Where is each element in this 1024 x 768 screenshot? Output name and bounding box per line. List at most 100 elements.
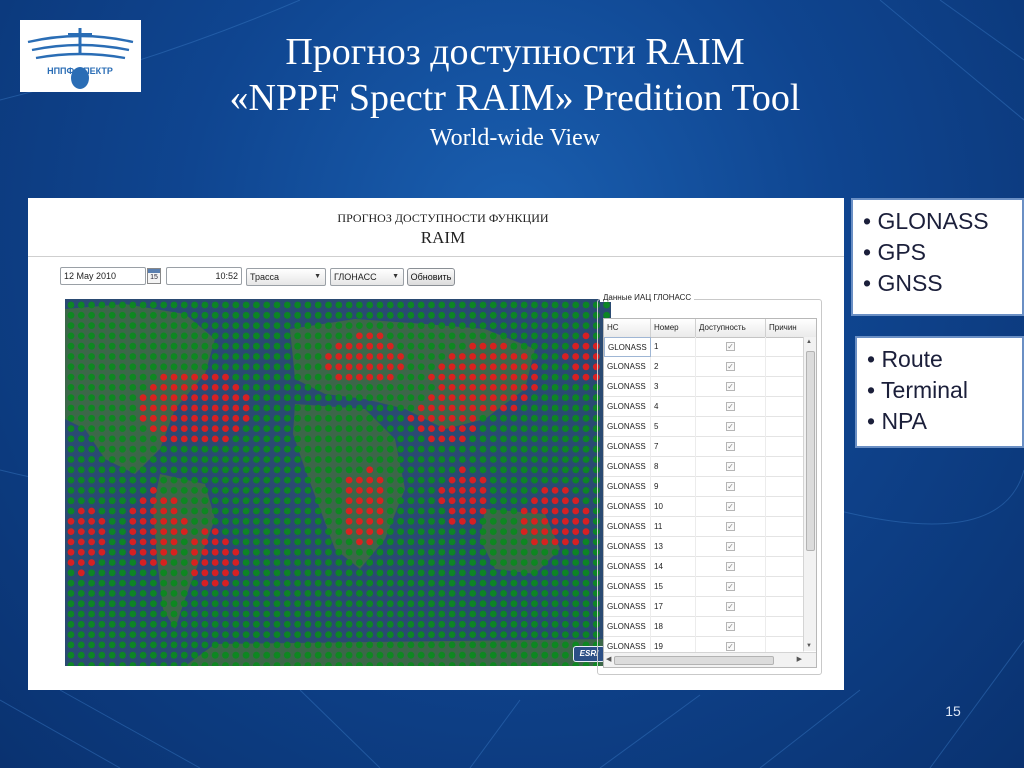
availability-dot — [232, 476, 240, 484]
table-row[interactable]: GLONASS 1 ✓ — [604, 337, 804, 357]
availability-dot — [253, 610, 260, 618]
availability-checkbox[interactable]: ✓ — [726, 582, 735, 591]
availability-checkbox[interactable]: ✓ — [726, 642, 735, 651]
availability-dot — [253, 538, 260, 546]
availability-dot — [67, 435, 75, 443]
availability-dot — [510, 548, 518, 556]
vertical-scrollbar[interactable]: ▲ ▼ — [803, 337, 816, 651]
table-row[interactable]: GLONASS 13 ✓ — [604, 537, 804, 557]
column-header-availability[interactable]: Доступность — [696, 319, 766, 337]
cell-number: 18 — [651, 617, 696, 637]
availability-dot — [191, 651, 198, 659]
table-row[interactable]: GLONASS 2 ✓ — [604, 357, 804, 377]
availability-dot — [150, 476, 157, 484]
availability-dot — [541, 456, 549, 463]
table-row[interactable]: GLONASS 18 ✓ — [604, 617, 804, 637]
column-header-reason[interactable]: Причин — [766, 319, 816, 337]
phase-select[interactable]: Трасса ▼ — [246, 268, 326, 286]
scroll-thumb-horizontal[interactable] — [614, 656, 774, 665]
scroll-left-icon[interactable]: ◀ — [606, 655, 611, 663]
system-select[interactable]: ГЛОНАСС ▼ — [330, 268, 404, 286]
table-row[interactable]: GLONASS 17 ✓ — [604, 597, 804, 617]
availability-dot — [294, 322, 301, 329]
availability-checkbox[interactable]: ✓ — [726, 622, 735, 631]
availability-dot — [119, 476, 126, 484]
availability-checkbox[interactable]: ✓ — [726, 362, 735, 371]
availability-dot — [417, 631, 425, 638]
availability-checkbox[interactable]: ✓ — [726, 542, 735, 551]
availability-checkbox[interactable]: ✓ — [726, 522, 735, 531]
availability-dot — [304, 548, 312, 556]
availability-dot — [500, 641, 507, 649]
scroll-thumb[interactable] — [806, 351, 815, 551]
table-row[interactable]: GLONASS 7 ✓ — [604, 437, 804, 457]
availability-dot — [541, 548, 549, 556]
calendar-icon[interactable]: 15 — [147, 268, 161, 284]
table-row[interactable]: GLONASS 4 ✓ — [604, 397, 804, 417]
availability-dot — [88, 600, 95, 608]
scroll-down-icon[interactable]: ▼ — [806, 643, 812, 649]
table-row[interactable]: GLONASS 5 ✓ — [604, 417, 804, 437]
date-input[interactable]: 12 May 2010 — [60, 267, 146, 285]
table-row[interactable]: GLONASS 9 ✓ — [604, 477, 804, 497]
availability-dot — [98, 579, 106, 587]
availability-dot — [459, 569, 466, 577]
cell-reason — [766, 617, 804, 637]
availability-dot — [222, 651, 229, 659]
availability-checkbox[interactable]: ✓ — [726, 402, 735, 411]
availability-dot — [67, 610, 75, 618]
table-row[interactable]: GLONASS 3 ✓ — [604, 377, 804, 397]
table-row[interactable]: GLONASS 8 ✓ — [604, 457, 804, 477]
horizontal-scrollbar[interactable]: ◀ ▶ — [604, 652, 816, 667]
availability-dot — [428, 507, 435, 515]
raim-availability-map[interactable]: ESRI — [65, 299, 611, 666]
availability-checkbox[interactable]: ✓ — [726, 462, 735, 471]
availability-checkbox[interactable]: ✓ — [726, 502, 735, 511]
availability-dot — [242, 651, 250, 659]
scroll-right-icon[interactable]: ▶ — [797, 655, 802, 663]
availability-dot — [582, 507, 590, 515]
availability-checkbox[interactable]: ✓ — [726, 602, 735, 611]
availability-dot — [448, 384, 456, 391]
column-header-ns[interactable]: НС — [604, 319, 651, 337]
availability-checkbox[interactable]: ✓ — [726, 342, 735, 351]
satellite-table[interactable]: НС Номер Доступность Причин GLONASS 1 ✓ GLO… — [603, 318, 817, 668]
availability-dot — [448, 445, 456, 453]
availability-dot — [129, 332, 137, 340]
update-button[interactable]: Обновить — [407, 268, 455, 286]
availability-dot — [520, 363, 528, 371]
availability-dot — [314, 528, 322, 535]
availability-dot — [448, 538, 456, 546]
availability-dot — [180, 373, 188, 381]
table-row[interactable]: GLONASS 15 ✓ — [604, 577, 804, 597]
availability-dot — [562, 466, 569, 474]
availability-dot — [335, 363, 343, 371]
availability-checkbox[interactable]: ✓ — [726, 562, 735, 571]
scroll-up-icon[interactable]: ▲ — [806, 339, 812, 345]
availability-checkbox[interactable]: ✓ — [726, 442, 735, 451]
table-row[interactable]: GLONASS 11 ✓ — [604, 517, 804, 537]
availability-checkbox[interactable]: ✓ — [726, 422, 735, 431]
availability-dot — [242, 435, 250, 443]
time-input[interactable]: 10:52 — [166, 267, 242, 285]
column-header-number[interactable]: Номер — [651, 319, 696, 337]
table-row[interactable]: GLONASS 10 ✓ — [604, 497, 804, 517]
availability-dot — [510, 394, 518, 402]
availability-dot — [108, 384, 116, 391]
availability-dot — [201, 456, 209, 463]
availability-dot — [232, 435, 240, 443]
availability-dot — [232, 373, 240, 381]
table-row[interactable]: GLONASS 14 ✓ — [604, 557, 804, 577]
availability-dot — [67, 476, 75, 484]
availability-dot — [541, 332, 549, 340]
availability-dot — [263, 590, 271, 597]
availability-checkbox[interactable]: ✓ — [726, 482, 735, 491]
availability-dot — [366, 487, 374, 494]
availability-dot — [77, 631, 85, 638]
availability-dot — [139, 610, 147, 618]
availability-dot — [356, 476, 363, 484]
availability-checkbox[interactable]: ✓ — [726, 382, 735, 391]
availability-dot — [356, 528, 363, 535]
availability-dot — [531, 497, 538, 505]
availability-dot — [510, 322, 518, 329]
